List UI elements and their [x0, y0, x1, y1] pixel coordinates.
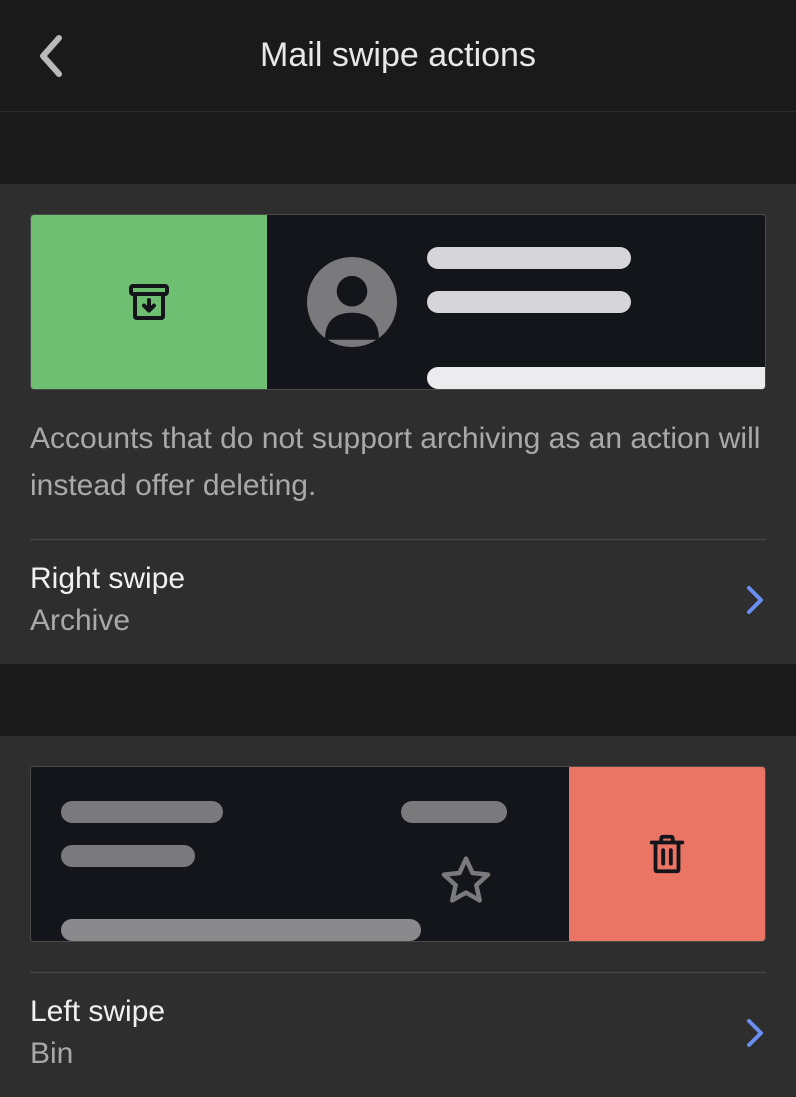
right-swipe-value: Archive [30, 604, 744, 638]
left-swipe-preview-container [0, 736, 796, 942]
chevron-left-icon [37, 34, 63, 78]
right-swipe-section: Accounts that do not support archiving a… [0, 184, 796, 664]
placeholder-line [427, 247, 631, 269]
section-gap [0, 112, 796, 184]
setting-text: Right swipe Archive [30, 562, 744, 638]
right-swipe-preview-container [0, 184, 796, 390]
right-swipe-label: Right swipe [30, 562, 744, 596]
left-swipe-preview [30, 766, 766, 942]
left-swipe-section: Left swipe Bin [0, 736, 796, 1097]
header-bar: Mail swipe actions [0, 0, 796, 112]
left-swipe-setting[interactable]: Left swipe Bin [0, 973, 796, 1097]
left-swipe-label: Left swipe [30, 995, 744, 1029]
right-swipe-action-zone [31, 215, 267, 389]
mail-item-preview [31, 767, 569, 941]
mail-text-placeholder [397, 215, 765, 389]
placeholder-line [61, 919, 421, 941]
chevron-right-icon [744, 1018, 766, 1048]
placeholder-line [401, 801, 507, 823]
avatar-icon [307, 257, 397, 347]
star-outline-icon [439, 853, 493, 907]
placeholder-line [61, 801, 223, 823]
section-gap [0, 664, 796, 736]
chevron-right-icon [744, 585, 766, 615]
left-swipe-value: Bin [30, 1037, 744, 1071]
archive-icon [125, 278, 173, 326]
right-swipe-description: Accounts that do not support archiving a… [0, 390, 796, 539]
placeholder-line [427, 291, 631, 313]
placeholder-line [61, 845, 195, 867]
placeholder-line [427, 367, 766, 389]
left-swipe-action-zone [569, 767, 765, 941]
right-swipe-preview [30, 214, 766, 390]
back-button[interactable] [28, 34, 72, 78]
right-swipe-setting[interactable]: Right swipe Archive [0, 540, 796, 664]
setting-text: Left swipe Bin [30, 995, 744, 1071]
mail-item-preview [267, 215, 765, 389]
page-title: Mail swipe actions [260, 36, 536, 75]
star-icon-wrap [439, 853, 493, 912]
trash-icon [644, 831, 690, 877]
